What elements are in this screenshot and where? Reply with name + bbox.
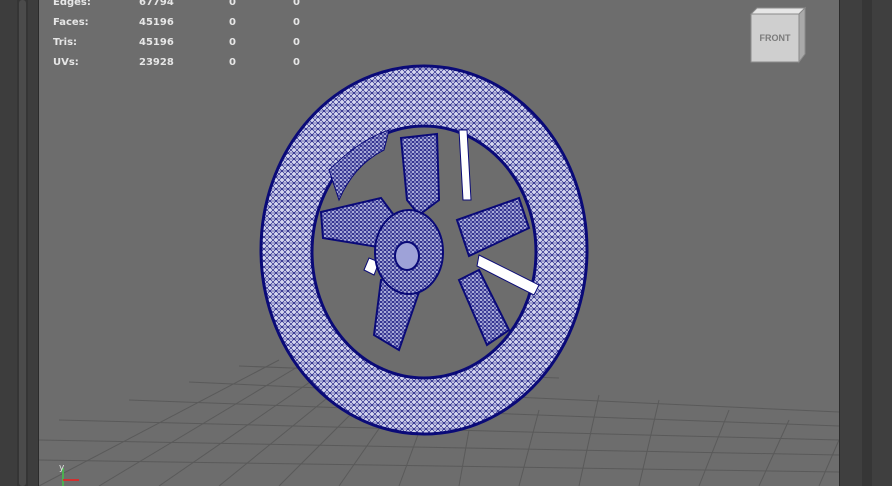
hud-value: 0 xyxy=(293,17,300,28)
hud-label: Faces: xyxy=(53,17,89,28)
hud-label: Tris: xyxy=(53,37,78,48)
hud-row-tris: Tris: 45196 0 0 xyxy=(53,33,313,53)
hud-value: 67794 xyxy=(139,0,174,8)
hud-value: 0 xyxy=(229,0,236,8)
hud-row-edges: Edges: 67794 0 0 xyxy=(53,0,313,13)
hud-value: 0 xyxy=(293,0,300,8)
hud-value: 45196 xyxy=(139,37,174,48)
hud-value: 0 xyxy=(229,57,236,68)
poly-count-hud: Edges: 67794 0 0 Faces: 45196 0 0 Tris: … xyxy=(53,0,313,73)
viewport-3d[interactable]: y Edges: 67794 0 0 Faces: 45196 0 0 Tris… xyxy=(39,0,839,486)
hud-label: UVs: xyxy=(53,57,79,68)
view-cube[interactable]: FRONT xyxy=(747,6,807,66)
hud-value: 0 xyxy=(293,57,300,68)
left-scrollbar-thumb[interactable] xyxy=(19,0,26,486)
hud-row-faces: Faces: 45196 0 0 xyxy=(53,13,313,33)
view-cube-front-label: FRONT xyxy=(760,33,791,43)
hud-value: 0 xyxy=(229,17,236,28)
wheel-mesh[interactable] xyxy=(259,64,589,436)
right-scrollbar[interactable] xyxy=(862,0,872,486)
hud-value: 0 xyxy=(229,37,236,48)
axis-y-label: y xyxy=(59,463,65,473)
hud-value: 45196 xyxy=(139,17,174,28)
hud-value: 23928 xyxy=(139,57,174,68)
hud-value: 0 xyxy=(293,37,300,48)
hud-label: Edges: xyxy=(53,0,91,8)
hud-row-uvs: UVs: 23928 0 0 xyxy=(53,53,313,73)
